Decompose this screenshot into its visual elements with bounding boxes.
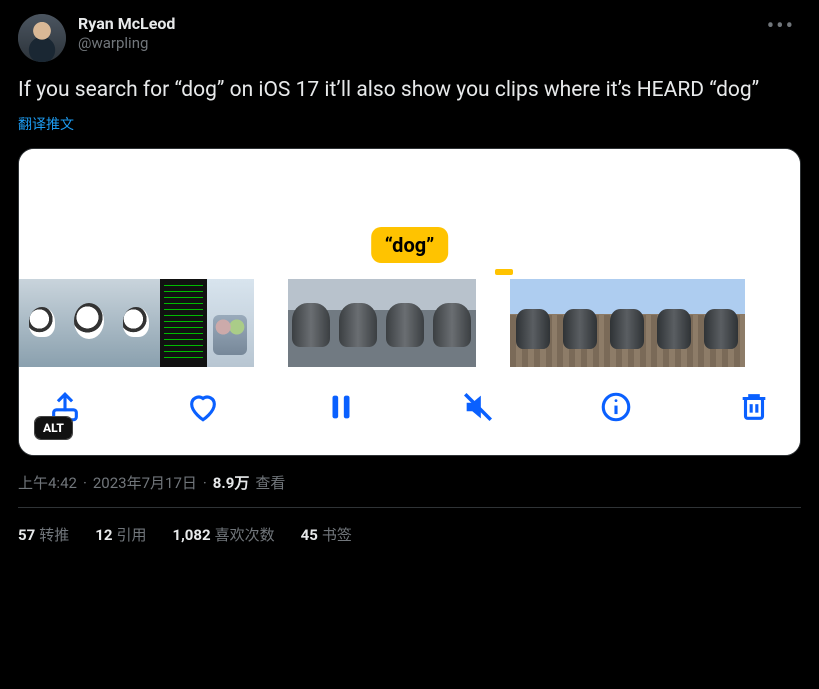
translate-link[interactable]: 翻译推文 [18, 114, 801, 134]
heart-icon[interactable] [185, 389, 221, 425]
author-display-name: Ryan McLeod [78, 14, 175, 34]
pause-icon[interactable] [323, 389, 359, 425]
alt-badge[interactable]: ALT [35, 417, 72, 439]
clip-frame [604, 279, 651, 367]
clip-frame [429, 279, 476, 367]
stat-quotes[interactable]: 12引用 [95, 524, 146, 545]
clip-frame [66, 279, 113, 367]
clip-frame [557, 279, 604, 367]
trash-icon[interactable] [736, 389, 772, 425]
tweet-meta[interactable]: 上午4:42 · 2023年7月17日 · 8.9万 查看 [18, 472, 801, 493]
tweet-header: Ryan McLeod @warpling ••• [18, 14, 801, 62]
clip-frame [510, 279, 557, 367]
media-toolbar [19, 367, 800, 455]
media-card[interactable]: “dog” [18, 148, 801, 456]
meta-views-label: 查看 [255, 472, 285, 493]
author-handle: @warpling [78, 34, 175, 53]
caption-pill: “dog” [371, 227, 449, 263]
tweet-container: Ryan McLeod @warpling ••• If you search … [0, 0, 819, 545]
tweet-text: If you search for “dog” on iOS 17 it’ll … [18, 76, 801, 104]
clip-frame [382, 279, 429, 367]
caption-tick [495, 269, 513, 275]
more-icon[interactable]: ••• [761, 10, 801, 43]
clip-frame [19, 279, 66, 367]
clip-frame [335, 279, 382, 367]
clip-frame [207, 279, 254, 367]
clip-frame [288, 279, 335, 367]
stat-retweets[interactable]: 57转推 [18, 524, 69, 545]
stat-bookmarks[interactable]: 45书签 [301, 524, 352, 545]
meta-sep: · [203, 474, 207, 492]
filmstrip[interactable] [19, 279, 800, 367]
clip-group-1[interactable] [19, 279, 254, 367]
stat-likes[interactable]: 1,082喜欢次数 [172, 524, 274, 545]
clip-frame [160, 279, 207, 367]
clip-frame [651, 279, 698, 367]
meta-sep: · [83, 474, 87, 492]
author-names[interactable]: Ryan McLeod @warpling [78, 14, 175, 53]
clip-group-3[interactable] [510, 279, 745, 367]
info-icon[interactable] [598, 389, 634, 425]
clip-frame [113, 279, 160, 367]
avatar[interactable] [18, 14, 66, 62]
meta-views-count: 8.9万 [213, 472, 250, 493]
meta-date: 2023年7月17日 [93, 472, 197, 493]
clip-group-2[interactable] [288, 279, 476, 367]
clip-frame [698, 279, 745, 367]
media-top: “dog” [19, 149, 800, 279]
mute-icon[interactable] [460, 389, 496, 425]
meta-time: 上午4:42 [18, 472, 77, 493]
tweet-stats: 57转推 12引用 1,082喜欢次数 45书签 [18, 508, 801, 545]
